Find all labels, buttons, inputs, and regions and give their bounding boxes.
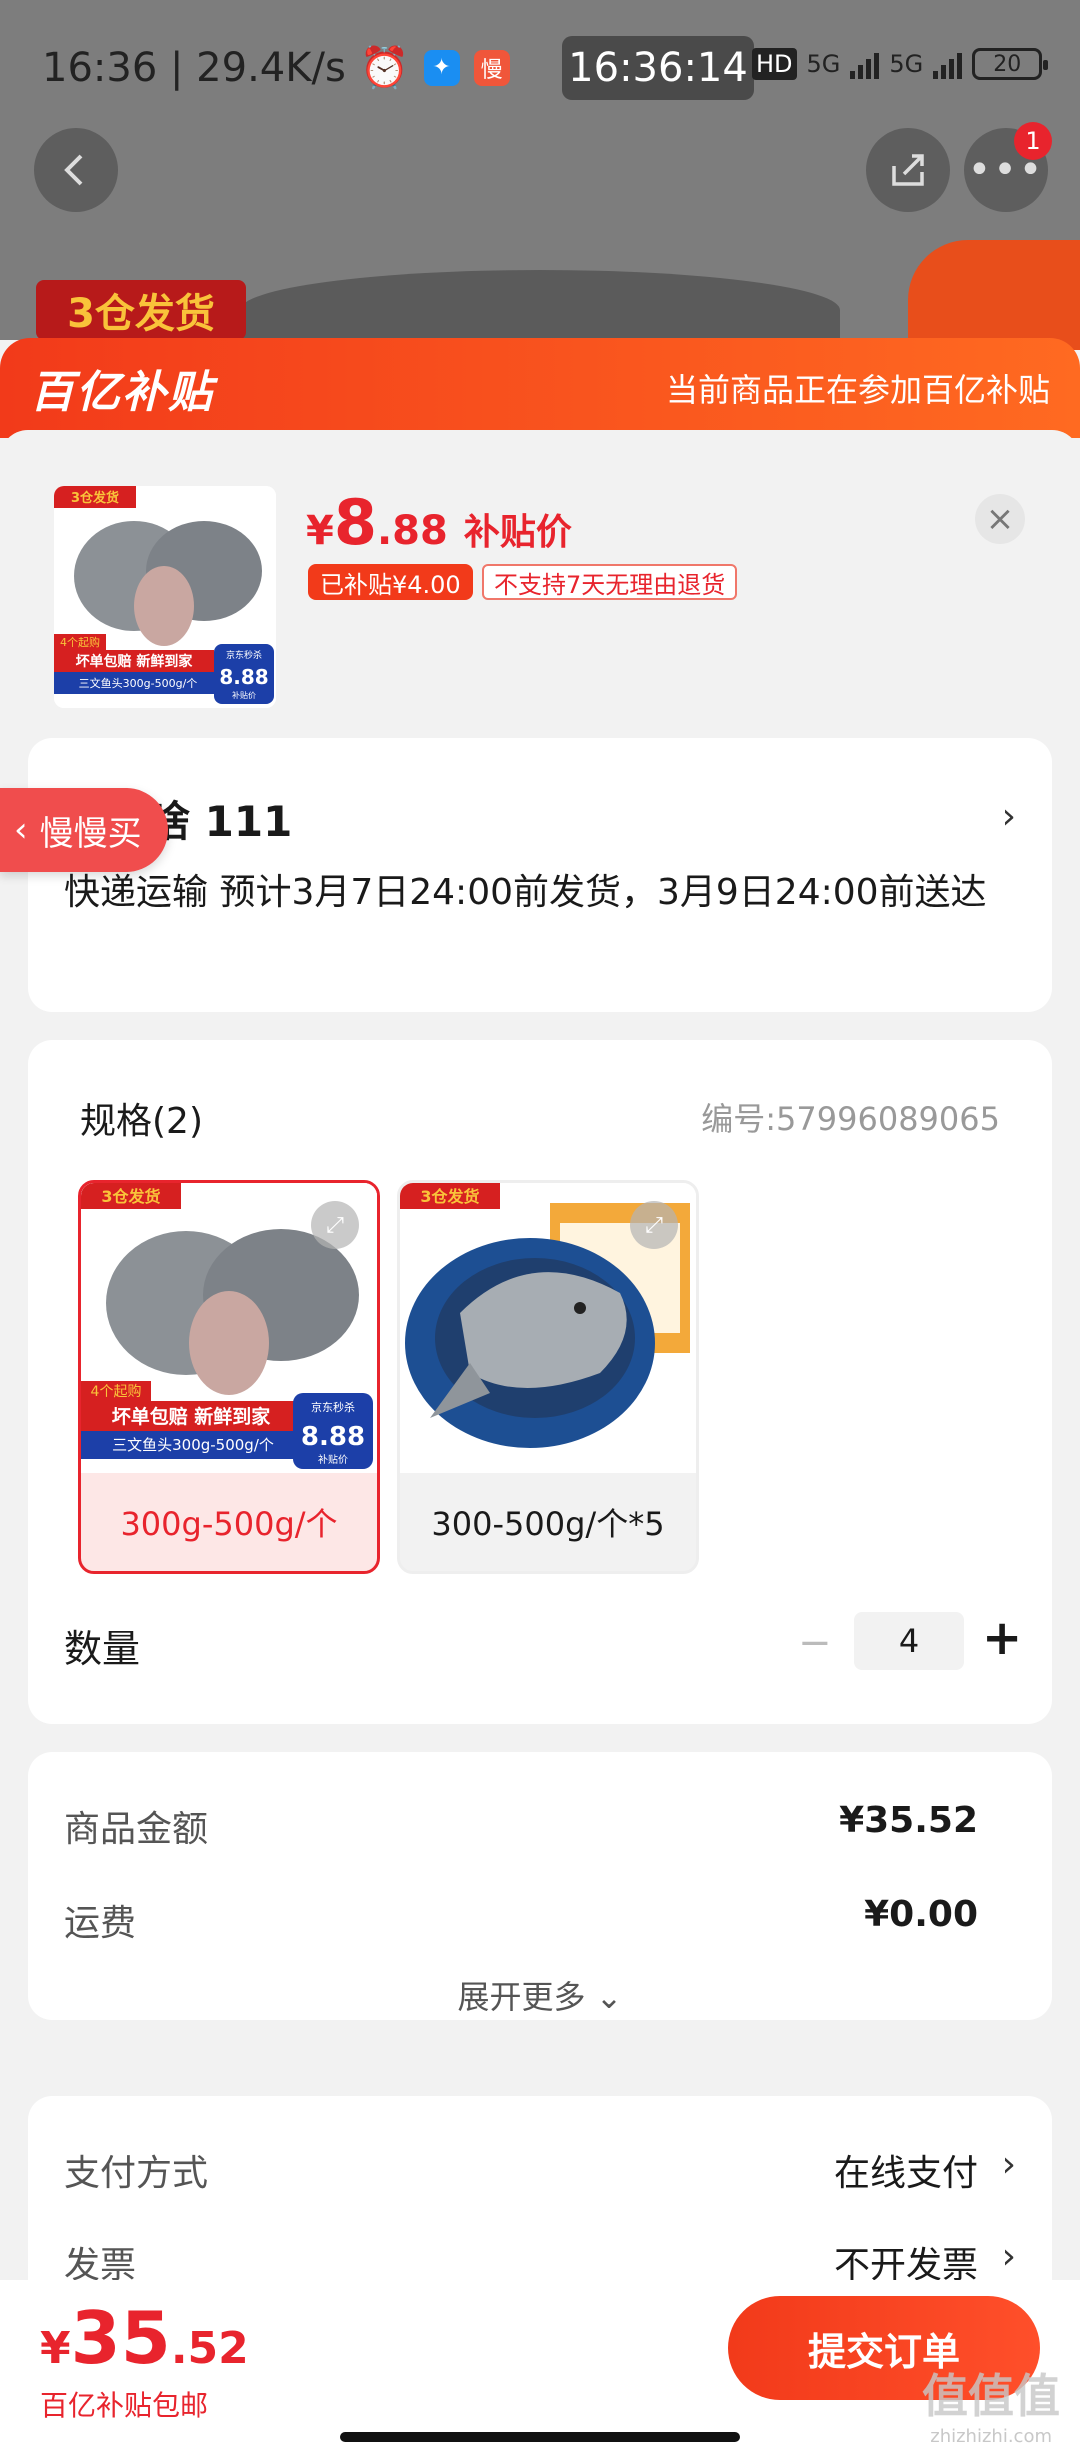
thumb-price-sub: 补贴价 bbox=[232, 690, 256, 700]
thumb-jd: 京东秒杀 bbox=[226, 649, 262, 661]
option-tag-text: 3仓发货 bbox=[101, 1187, 160, 1206]
chevron-right-icon: › bbox=[1001, 796, 1016, 837]
status-clock: 16:36:14 bbox=[562, 36, 754, 100]
total-decimal: .52 bbox=[170, 2323, 249, 2374]
thumb-min: 4个起购 bbox=[60, 635, 100, 649]
status-bar: 16:36 | 29.4K/s ⏰ ✦ 慢 16:36:14 HD 5G 5G … bbox=[0, 0, 1080, 130]
price-symbol: ¥ bbox=[306, 508, 334, 554]
option-banner: 坏单包赔 新鲜到家 bbox=[112, 1405, 272, 1428]
background-tag: 3仓发货 bbox=[36, 280, 246, 340]
free-shipping-note: 百亿补贴包邮 bbox=[40, 2389, 209, 2422]
spec-option-label: 300g-500g/个 bbox=[120, 1505, 338, 1543]
chevron-right-icon: › bbox=[1001, 2236, 1016, 2277]
quantity-input[interactable]: 4 bbox=[854, 1612, 964, 1670]
manmanmai-float-button[interactable]: ‹ 慢慢买 bbox=[0, 788, 168, 872]
thumb-tag-text: 3仓发货 bbox=[71, 490, 119, 506]
option-jd: 京东秒杀 bbox=[311, 1400, 355, 1414]
option-desc: 三文鱼头300g-500g/个 bbox=[112, 1436, 274, 1454]
hd-icon: HD bbox=[752, 48, 797, 80]
address-card[interactable]: 啥啥啥 111 › 快递运输 预计3月7日24:00前发货，3月9日24:00前… bbox=[28, 738, 1052, 1012]
thumb-banner: 坏单包赔 新鲜到家 bbox=[76, 653, 194, 670]
chevron-right-icon: › bbox=[1001, 2144, 1016, 2185]
option-cities: 北京 江苏 深圳 bbox=[93, 1214, 173, 1228]
background-brand-corner bbox=[908, 240, 1080, 350]
expand-icon[interactable]: ⤢ bbox=[630, 1201, 678, 1249]
total-symbol: ¥ bbox=[40, 2323, 71, 2374]
float-tab-label: 慢慢买 bbox=[39, 813, 142, 854]
option-price-sub: 补贴价 bbox=[318, 1453, 348, 1466]
price-summary-card: 商品金额 ¥35.52 运费 ¥0.00 展开更多 ⌄ bbox=[28, 1752, 1052, 2020]
network-label-2: 5G bbox=[889, 50, 924, 78]
close-button[interactable]: × bbox=[975, 494, 1025, 544]
option-min: 4个起购 bbox=[91, 1384, 142, 1400]
subsidy-amount-tag: 已补贴¥4.00 bbox=[308, 564, 473, 600]
chevron-left-icon bbox=[64, 154, 83, 186]
expand-more-button[interactable]: 展开更多 ⌄ bbox=[28, 1972, 1052, 2018]
spec-card: 规格(2) 编号:57996089065 3仓发货 北京 江苏 深圳 4个起购 … bbox=[28, 1040, 1052, 1724]
subsidy-header: 百亿补贴 当前商品正在参加百亿补贴 bbox=[0, 338, 1080, 438]
subsidy-note: 当前商品正在参加百亿补贴 bbox=[665, 371, 1050, 409]
return-policy-tag: 不支持7天无理由退货 bbox=[482, 564, 738, 600]
home-indicator[interactable] bbox=[340, 2432, 740, 2442]
shipping-estimate: 快递运输 预计3月7日24:00前发货，3月9日24:00前送达 bbox=[64, 872, 987, 913]
shipping-fee-value: ¥0.00 bbox=[864, 1894, 978, 1935]
battery-icon: 20 bbox=[972, 48, 1049, 80]
message-badge: 1 bbox=[1014, 122, 1052, 160]
network-label-1: 5G bbox=[806, 50, 841, 78]
quantity-label: 数量 bbox=[64, 1627, 141, 1671]
share-icon bbox=[892, 154, 924, 186]
option-tag-text: 3仓发货 bbox=[420, 1187, 479, 1206]
thumb-price: 8.88 bbox=[219, 665, 268, 689]
quantity-decrease-button[interactable]: − bbox=[798, 1620, 832, 1666]
spec-option-selected[interactable]: 3仓发货 北京 江苏 深圳 4个起购 坏单包赔 新鲜到家 三文鱼头300g-50… bbox=[78, 1180, 380, 1574]
manmanmai-notification-icon: 慢 bbox=[473, 49, 510, 86]
price-decimal: .88 bbox=[376, 508, 448, 554]
back-button[interactable] bbox=[34, 128, 118, 212]
total-price: ¥ 35 .52 bbox=[40, 2296, 249, 2380]
quantity-increase-button[interactable]: + bbox=[982, 1610, 1022, 1666]
option-cities: 北京 江苏 深圳 bbox=[412, 1214, 492, 1228]
signal-icon-2 bbox=[933, 49, 963, 79]
payment-method-label: 支付方式 bbox=[64, 2153, 209, 2194]
total-integer: 35 bbox=[70, 2296, 171, 2380]
goods-amount-label: 商品金额 bbox=[64, 1809, 209, 1850]
price-integer: 8 bbox=[333, 486, 377, 559]
payment-method-value[interactable]: 在线支付 bbox=[834, 2144, 978, 2196]
product-code: 编号:57996089065 bbox=[701, 1100, 1000, 1138]
watermark: 值值值 bbox=[922, 2369, 1060, 2423]
price-label: 补贴价 bbox=[463, 512, 572, 553]
thumb-desc: 三文鱼头300g-500g/个 bbox=[79, 676, 198, 690]
spec-option-label: 300-500g/个*5 bbox=[431, 1505, 665, 1543]
alarm-icon: ⏰ bbox=[359, 45, 410, 91]
share-button[interactable] bbox=[866, 128, 950, 212]
chevron-left-icon: ‹ bbox=[14, 810, 28, 850]
product-thumbnail: 3仓发货 北京 江苏 深圳 4个起购 坏单包赔 新鲜到家 三文鱼头300g-50… bbox=[54, 486, 276, 708]
expand-icon[interactable]: ⤢ bbox=[311, 1201, 359, 1249]
signal-icon bbox=[850, 49, 880, 79]
spec-title: 规格(2) bbox=[80, 1101, 203, 1142]
product-price: ¥ 8 .88 补贴价 bbox=[306, 486, 572, 559]
status-time-speed: 16:36 | 29.4K/s bbox=[42, 44, 346, 91]
app-notification-icon: ✦ bbox=[423, 49, 460, 86]
shipping-fee-label: 运费 bbox=[64, 1903, 137, 1944]
option-price: 8.88 bbox=[301, 1422, 365, 1452]
thumb-cities: 北京 江苏 深圳 bbox=[63, 510, 129, 523]
fish-head-image: 3仓发货 北京 江苏 深圳 4个起购 坏单包赔 新鲜到家 三文鱼头300g-50… bbox=[54, 486, 276, 708]
more-button[interactable]: ••• 1 bbox=[964, 122, 1052, 212]
spec-option[interactable]: 3仓发货 北京 江苏 深圳 ⤢ 300-500g/个*5 bbox=[397, 1180, 699, 1574]
goods-amount-value: ¥35.52 bbox=[839, 1800, 978, 1841]
watermark-url: zhizhizhi.com bbox=[930, 2426, 1052, 2447]
brand-logo: 百亿补贴 bbox=[30, 367, 214, 418]
